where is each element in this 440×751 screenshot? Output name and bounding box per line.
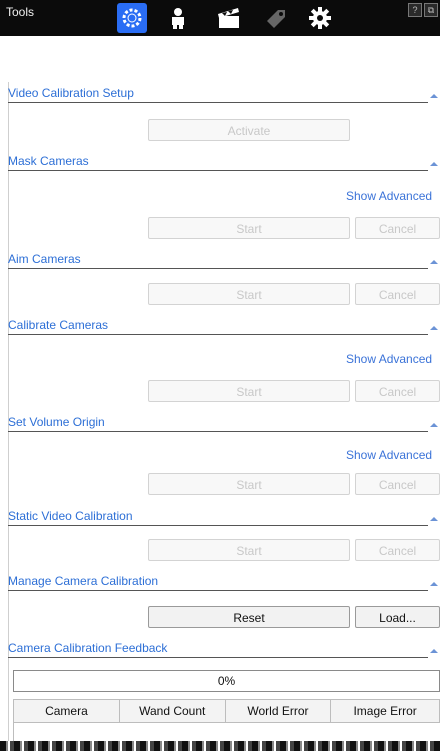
collapse-caret-icon[interactable] <box>430 649 438 653</box>
settings-tool-button[interactable] <box>305 3 335 33</box>
character-tool-button[interactable] <box>163 3 193 33</box>
section-mask-cameras[interactable]: Mask Cameras <box>8 150 440 172</box>
section-camera-calibration-feedback[interactable]: Camera Calibration Feedback <box>8 637 440 659</box>
collapse-caret-icon[interactable] <box>430 94 438 98</box>
collapse-caret-icon[interactable] <box>430 517 438 521</box>
camera-calibration-icon <box>122 8 142 28</box>
calibration-progress-bar: 0% <box>13 670 440 692</box>
window-title: Tools <box>6 5 35 19</box>
origin-show-advanced-link[interactable]: Show Advanced <box>346 448 432 462</box>
origin-cancel-button[interactable]: Cancel <box>355 473 440 495</box>
section-title: Video Calibration Setup <box>8 86 134 100</box>
mask-start-button[interactable]: Start <box>148 217 350 239</box>
collapse-caret-icon[interactable] <box>430 423 438 427</box>
camera-calibration-tool-button[interactable] <box>117 3 147 33</box>
section-calibrate-cameras[interactable]: Calibrate Cameras <box>8 314 440 336</box>
collapse-caret-icon[interactable] <box>430 260 438 264</box>
origin-start-button[interactable]: Start <box>148 473 350 495</box>
section-manage-camera-calibration[interactable]: Manage Camera Calibration <box>8 570 440 592</box>
gear-icon <box>309 7 331 29</box>
section-divider <box>8 431 428 432</box>
section-static-video-calibration[interactable]: Static Video Calibration <box>8 505 440 527</box>
collapse-caret-icon[interactable] <box>430 326 438 330</box>
section-divider <box>8 590 428 591</box>
undock-icon[interactable]: ⧉ <box>424 3 438 17</box>
calibrate-start-button[interactable]: Start <box>148 380 350 402</box>
progress-text: 0% <box>217 674 236 688</box>
calibrate-show-advanced-link[interactable]: Show Advanced <box>346 352 432 366</box>
section-divider <box>8 525 428 526</box>
section-divider <box>8 657 428 658</box>
calibration-feedback-table: Camera Wand Count World Error Image Erro… <box>13 699 440 723</box>
section-title: Set Volume Origin <box>8 415 105 429</box>
table-header-row: Camera Wand Count World Error Image Erro… <box>13 699 440 723</box>
section-set-volume-origin[interactable]: Set Volume Origin <box>8 411 440 433</box>
section-title: Mask Cameras <box>8 154 89 168</box>
activate-button[interactable]: Activate <box>148 119 350 141</box>
section-video-calibration-setup[interactable]: Video Calibration Setup <box>8 82 440 104</box>
section-divider <box>8 170 428 171</box>
aim-cancel-button[interactable]: Cancel <box>355 283 440 305</box>
column-header-wand-count[interactable]: Wand Count <box>118 699 226 723</box>
reset-button[interactable]: Reset <box>148 606 350 628</box>
section-title: Calibrate Cameras <box>8 318 109 332</box>
load-button[interactable]: Load... <box>355 606 440 628</box>
person-icon <box>172 8 184 29</box>
cropped-bottom-edge <box>0 741 440 751</box>
column-header-image-error[interactable]: Image Error <box>330 699 440 723</box>
labeling-tool-button[interactable] <box>260 3 290 33</box>
static-cancel-button[interactable]: Cancel <box>355 539 440 561</box>
section-aim-cameras[interactable]: Aim Cameras <box>8 248 440 270</box>
column-header-world-error[interactable]: World Error <box>224 699 332 723</box>
section-divider <box>8 102 428 103</box>
aim-start-button[interactable]: Start <box>148 283 350 305</box>
window-controls: ? ⧉ <box>408 3 438 17</box>
collapse-caret-icon[interactable] <box>430 582 438 586</box>
clapperboard-icon <box>218 8 239 28</box>
capture-tool-button[interactable] <box>213 3 243 33</box>
mask-show-advanced-link[interactable]: Show Advanced <box>346 189 432 203</box>
help-icon[interactable]: ? <box>408 3 422 17</box>
table-body <box>13 722 440 741</box>
section-divider <box>8 334 428 335</box>
section-divider <box>8 268 428 269</box>
section-title: Static Video Calibration <box>8 509 133 523</box>
calibrate-cancel-button[interactable]: Cancel <box>355 380 440 402</box>
tag-icon <box>267 10 285 28</box>
section-title: Aim Cameras <box>8 252 81 266</box>
section-title: Manage Camera Calibration <box>8 574 159 588</box>
column-header-camera[interactable]: Camera <box>13 699 120 723</box>
static-start-button[interactable]: Start <box>148 539 350 561</box>
mask-cancel-button[interactable]: Cancel <box>355 217 440 239</box>
section-title: Camera Calibration Feedback <box>8 641 168 655</box>
collapse-caret-icon[interactable] <box>430 162 438 166</box>
